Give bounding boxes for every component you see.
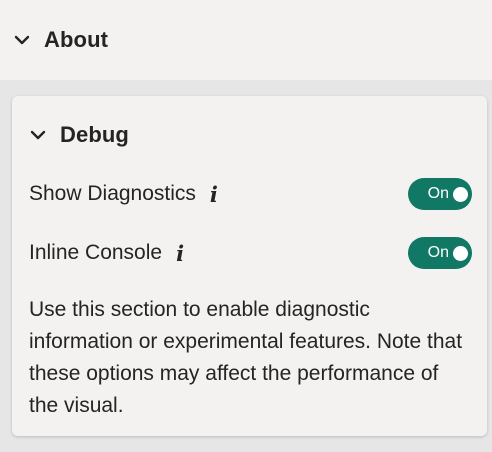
inline-console-row: Inline Console i On xyxy=(29,236,472,270)
debug-card: Debug Show Diagnostics i On Inline Conso… xyxy=(12,96,487,436)
chevron-down-icon xyxy=(30,127,46,143)
info-icon[interactable]: i xyxy=(210,182,218,207)
debug-title: Debug xyxy=(60,122,129,147)
about-title: About xyxy=(44,27,109,52)
chevron-down-icon xyxy=(14,32,30,48)
toggle-state-label: On xyxy=(427,185,449,202)
debug-description: Use this section to enable diagnostic in… xyxy=(29,298,463,417)
toggle-knob xyxy=(453,186,468,202)
about-section-header[interactable]: About xyxy=(0,0,492,80)
show-diagnostics-toggle[interactable]: On xyxy=(408,178,472,210)
toggle-knob xyxy=(453,245,468,261)
info-icon[interactable]: i xyxy=(176,241,184,266)
inline-console-toggle[interactable]: On xyxy=(408,237,472,269)
show-diagnostics-row: Show Diagnostics i On xyxy=(29,177,472,211)
show-diagnostics-label: Show Diagnostics xyxy=(29,182,196,205)
inline-console-label: Inline Console xyxy=(29,241,163,264)
debug-section-header[interactable]: Debug xyxy=(30,122,129,148)
toggle-state-label: On xyxy=(427,244,449,261)
